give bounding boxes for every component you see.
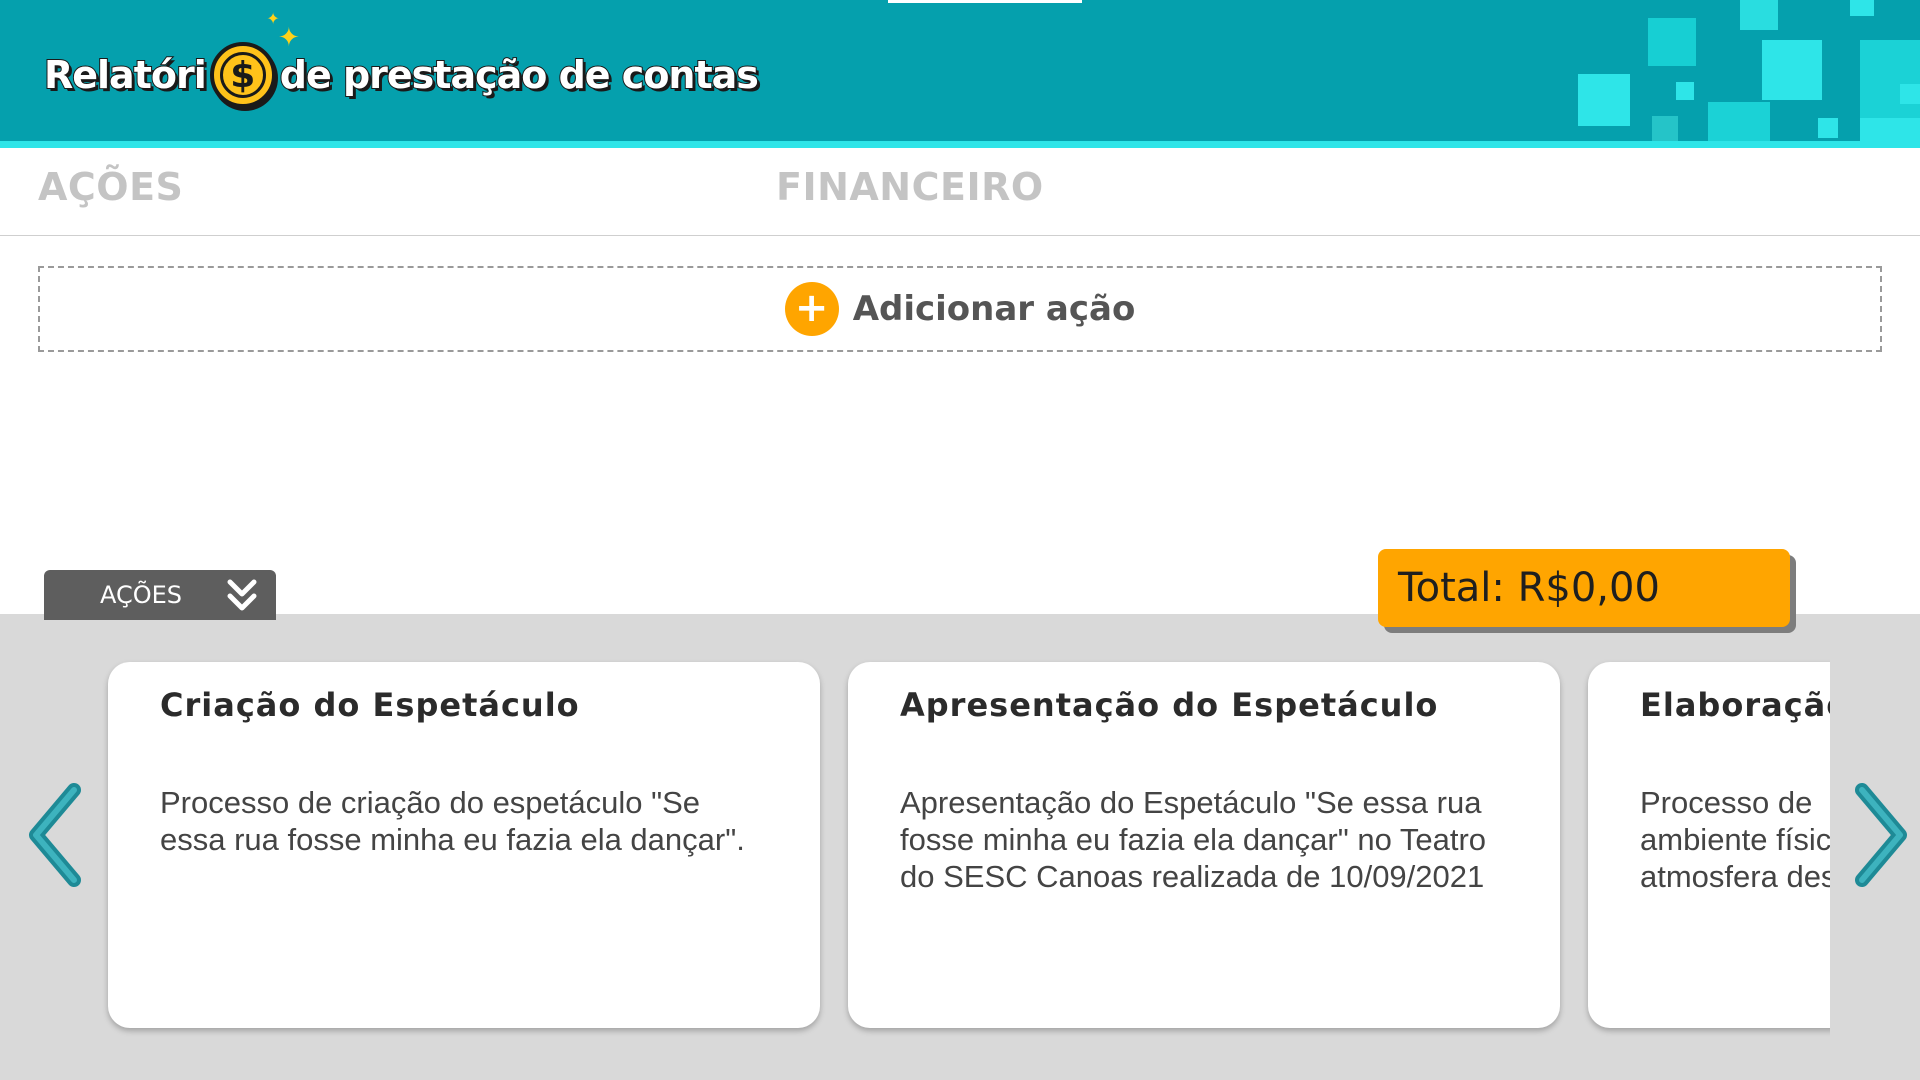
logo-text-part1: Relatóri bbox=[43, 52, 208, 98]
decor-pixel bbox=[1708, 102, 1770, 141]
action-card-title: Criação do Espetáculo bbox=[160, 686, 580, 724]
logo-text-part2: de prestação de contas bbox=[279, 52, 760, 98]
decor-pixel bbox=[1900, 84, 1920, 104]
coin-icon: $ ✦ ✦ bbox=[209, 12, 300, 108]
app-page: Relatóri $ ✦ ✦ de prestação de contas AÇ… bbox=[0, 0, 1920, 1080]
action-card-description: Apresentação do Espetáculo "Se essa rua … bbox=[900, 785, 1487, 894]
actions-toggle-label: AÇÕES bbox=[100, 581, 183, 609]
tab-financeiro[interactable]: FINANCEIRO bbox=[776, 165, 1044, 209]
decor-pixel bbox=[1818, 118, 1838, 138]
action-card-title: Elaboração bbox=[1640, 686, 1830, 724]
sparkle-icon: ✦ bbox=[266, 11, 280, 28]
decor-pixel bbox=[1578, 74, 1630, 126]
tab-acoes[interactable]: AÇÕES bbox=[38, 165, 183, 209]
add-action-button[interactable]: + Adicionar ação bbox=[38, 266, 1882, 352]
sparkle-icon: ✦ bbox=[277, 22, 300, 52]
chevron-left-icon[interactable] bbox=[22, 780, 90, 890]
header-top-indicator bbox=[888, 0, 1082, 3]
action-card-title: Apresentação do Espetáculo bbox=[900, 686, 1439, 724]
actions-carousel: Criação do Espetáculo Processo de criaçã… bbox=[94, 650, 1830, 1050]
decor-pixel bbox=[1762, 40, 1822, 100]
decor-pixel bbox=[1850, 0, 1874, 16]
add-action-label: Adicionar ação bbox=[852, 289, 1136, 329]
total-badge: Total: R$0,00 bbox=[1378, 549, 1790, 627]
decor-pixel bbox=[1652, 116, 1678, 141]
double-chevron-down-icon bbox=[227, 579, 257, 611]
action-card[interactable]: Criação do Espetáculo Processo de criaçã… bbox=[108, 662, 820, 1028]
chevron-right-icon[interactable] bbox=[1846, 780, 1914, 890]
header-banner: Relatóri $ ✦ ✦ de prestação de contas bbox=[0, 0, 1920, 148]
action-card[interactable]: Apresentação do Espetáculo Apresentação … bbox=[848, 662, 1560, 1028]
decor-pixel bbox=[1648, 18, 1696, 66]
actions-toggle-button[interactable]: AÇÕES bbox=[44, 570, 276, 620]
action-card-description: Processo de criação do espetáculo "Se es… bbox=[160, 785, 745, 857]
decor-pixel bbox=[1740, 0, 1778, 30]
main-tabs: AÇÕES FINANCEIRO bbox=[0, 155, 1920, 236]
decor-pixel bbox=[1860, 118, 1920, 141]
total-value: Total: R$0,00 bbox=[1398, 565, 1660, 611]
action-card[interactable]: Elaboração Processo de ambiente físic at… bbox=[1588, 662, 1830, 1028]
action-card-description: Processo de ambiente físic atmosfera des bbox=[1640, 785, 1830, 894]
plus-circle-icon: + bbox=[784, 282, 839, 336]
app-logo: Relatóri $ ✦ ✦ de prestação de contas bbox=[43, 12, 760, 112]
decor-pixel bbox=[1676, 82, 1694, 100]
decor-pixel bbox=[1860, 40, 1920, 118]
